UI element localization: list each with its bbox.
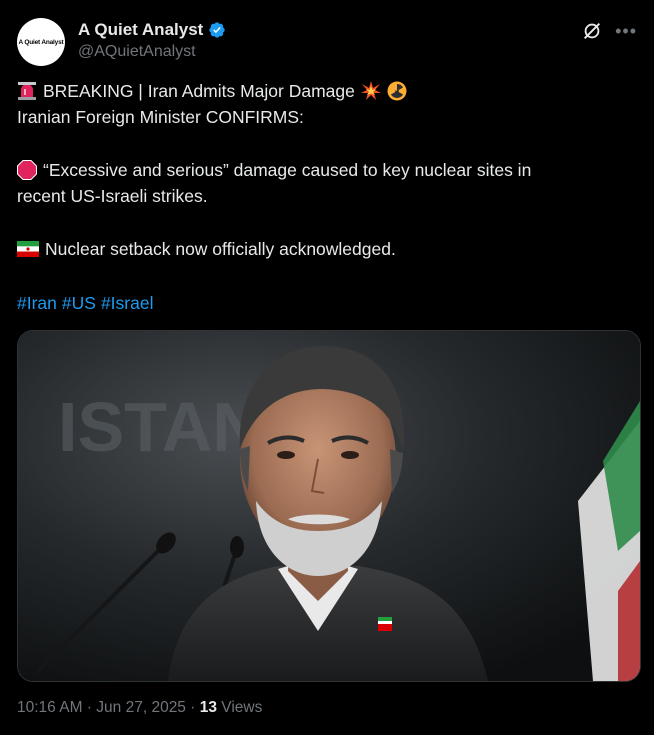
radioactive-emoji [387, 81, 407, 101]
post-line-5: Nuclear setback now officially acknowled… [17, 236, 637, 262]
post-line-3: “Excessive and serious” damage caused to… [17, 157, 637, 183]
author-display-name[interactable]: A Quiet Analyst [78, 20, 203, 40]
header-actions: ••• [581, 20, 637, 42]
post-image[interactable]: ISTAN [17, 330, 641, 682]
post-line-4: recent US-Israeli strikes. [17, 183, 637, 209]
portrait-photo: ISTAN [18, 331, 640, 681]
collision-emoji [360, 81, 381, 100]
post-line-2-text: Iranian Foreign Minister CONFIRMS: [17, 107, 304, 127]
post-line-4-text: recent US-Israeli strikes. [17, 186, 208, 206]
post-line-5-text: Nuclear setback now officially acknowled… [45, 239, 396, 259]
grok-icon[interactable] [581, 20, 603, 42]
verified-badge-icon [209, 22, 226, 38]
views-label: Views [221, 699, 263, 716]
background-sign-text: ISTAN [58, 388, 263, 466]
separator: · [86, 699, 92, 716]
avatar[interactable]: A Quiet Analyst [17, 18, 65, 66]
hashtag-israel[interactable]: #Israel [101, 293, 154, 313]
breaking-headline: BREAKING | Iran Admits Major Damage [43, 81, 355, 101]
author-display-name-row[interactable]: A Quiet Analyst [78, 20, 226, 40]
separator: · [190, 699, 196, 716]
iran-flag-emoji [17, 241, 39, 257]
post-time[interactable]: 10:16 AM [17, 699, 83, 716]
post-date[interactable]: Jun 27, 2025 [96, 699, 186, 716]
post-line-1: BREAKING | Iran Admits Major Damage [17, 78, 637, 104]
post-line-2: Iranian Foreign Minister CONFIRMS: [17, 104, 637, 130]
author-names: A Quiet Analyst @AQuietAnalyst [78, 20, 226, 61]
more-options-icon[interactable]: ••• [615, 22, 637, 40]
siren-emoji [18, 82, 36, 100]
hashtag-us[interactable]: #US [62, 293, 96, 313]
post-footer: 10:16 AM · Jun 27, 2025 · 13 Views [17, 699, 262, 717]
hashtag-iran[interactable]: #Iran [17, 293, 57, 313]
stop-sign-emoji [17, 160, 37, 180]
post-line-3-text: “Excessive and serious” damage caused to… [43, 160, 532, 180]
views-count: 13 [199, 699, 217, 716]
post-header: A Quiet Analyst A Quiet Analyst @AQuietA… [17, 14, 637, 66]
hashtags: #Iran #US #Israel [17, 291, 637, 315]
post-text: BREAKING | Iran Admits Major Damage Iran… [17, 78, 637, 315]
author-handle[interactable]: @AQuietAnalyst [78, 43, 226, 61]
avatar-text: A Quiet Analyst [18, 38, 64, 46]
